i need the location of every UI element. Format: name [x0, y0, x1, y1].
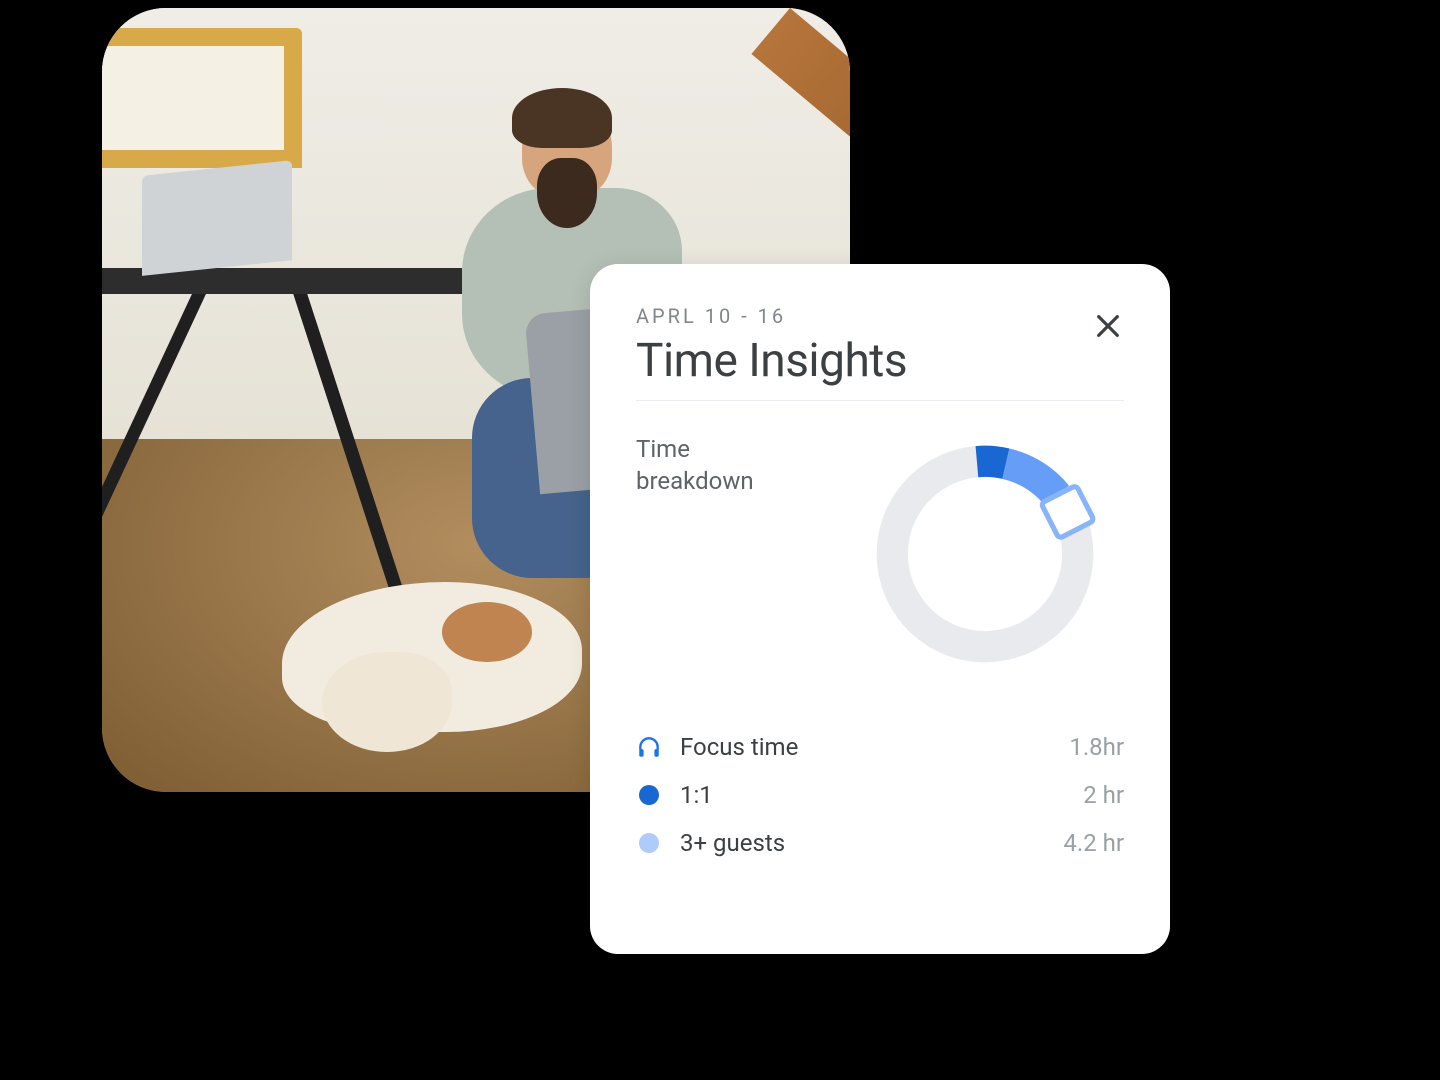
legend-label-focus: Focus time	[680, 733, 798, 761]
breakdown-label: Time breakdown	[636, 429, 786, 498]
legend-label-guests: 3+ guests	[680, 829, 785, 857]
legend-row-one-on-one: 1:1 2 hr	[636, 781, 1124, 809]
dot-icon-one-on-one	[636, 782, 662, 808]
card-header: APRL 10 - 16 Time Insights	[636, 304, 1124, 401]
legend-value-one-on-one: 2 hr	[1083, 781, 1124, 809]
dot-icon-guests	[636, 830, 662, 856]
card-title: Time Insights	[636, 334, 907, 388]
legend-row-focus: Focus time 1.8hr	[636, 733, 1124, 761]
close-button[interactable]	[1092, 310, 1124, 342]
legend-value-guests: 4.2 hr	[1063, 829, 1124, 857]
close-icon	[1092, 310, 1124, 342]
legend-label-one-on-one: 1:1	[680, 781, 713, 809]
legend-value-focus: 1.8hr	[1069, 733, 1124, 761]
headphones-icon	[636, 734, 662, 760]
date-range: APRL 10 - 16	[636, 304, 907, 328]
legend-row-guests: 3+ guests 4.2 hr	[636, 829, 1124, 857]
time-breakdown-donut-chart	[860, 429, 1110, 679]
time-insights-card: APRL 10 - 16 Time Insights Time breakdow…	[590, 264, 1170, 954]
legend: Focus time 1.8hr 1:1 2 hr 3+	[636, 719, 1124, 857]
